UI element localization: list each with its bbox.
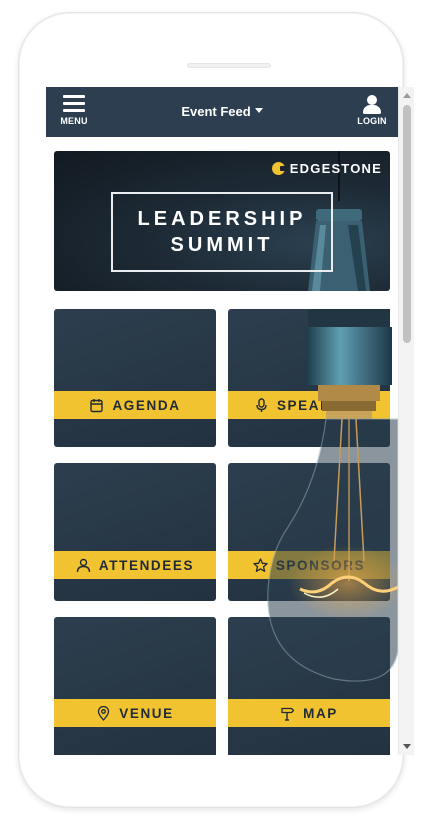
- tile-label-bar: ATTENDEES: [54, 551, 216, 579]
- brand-mark-icon: [271, 162, 286, 175]
- login-button[interactable]: LOGIN: [354, 93, 390, 133]
- signpost-icon: [280, 706, 295, 721]
- tile-map[interactable]: MAP: [228, 617, 390, 755]
- tile-label-bar: AGENDA: [54, 391, 216, 419]
- event-feed-label: Event Feed: [181, 104, 251, 119]
- main-content: EDGESTONE LEADERSHIP SUMMIT AGENDA SPEAK…: [46, 137, 398, 755]
- tile-speakers[interactable]: SPEAKERS: [228, 309, 390, 447]
- tile-venue[interactable]: VENUE: [54, 617, 216, 755]
- tile-label-sponsors: SPONSORS: [275, 557, 366, 573]
- calendar-icon: [89, 398, 104, 413]
- tile-label-map: MAP: [303, 705, 338, 721]
- tile-label-bar: MAP: [228, 699, 390, 727]
- caret-down-icon: [254, 108, 263, 113]
- tile-agenda[interactable]: AGENDA: [54, 309, 216, 447]
- tile-label-bar: VENUE: [54, 699, 216, 727]
- event-feed-dropdown[interactable]: Event Feed: [46, 104, 398, 119]
- tile-label-bar: SPEAKERS: [228, 391, 390, 419]
- brand-name: EDGESTONE: [289, 161, 382, 176]
- tile-attendees[interactable]: ATTENDEES: [54, 463, 216, 601]
- brand-logo: EDGESTONE: [271, 161, 382, 176]
- event-title-line2: SUMMIT: [170, 234, 274, 256]
- scroll-up-arrow-icon[interactable]: [403, 93, 411, 98]
- event-banner: EDGESTONE LEADERSHIP SUMMIT: [54, 151, 390, 291]
- tile-label-bar: SPONSORS: [228, 551, 390, 579]
- person-icon: [76, 558, 91, 573]
- event-title: LEADERSHIP SUMMIT: [111, 192, 333, 272]
- microphone-icon: [254, 397, 269, 413]
- tile-label-speakers: SPEAKERS: [276, 397, 365, 413]
- event-title-line1: LEADERSHIP: [137, 208, 307, 230]
- scroll-down-arrow-icon[interactable]: [403, 744, 411, 749]
- map-pin-icon: [96, 705, 111, 721]
- top-nav-bar: MENU Event Feed LOGIN: [46, 87, 398, 137]
- star-icon: [253, 557, 268, 573]
- tile-label-venue: VENUE: [119, 705, 174, 721]
- user-icon: [361, 95, 383, 114]
- phone-frame: MENU Event Feed LOGIN EDGESTONE LEADERSH…: [18, 12, 414, 808]
- scrollbar[interactable]: [398, 87, 414, 755]
- login-label: LOGIN: [357, 116, 387, 126]
- tile-label-agenda: AGENDA: [112, 397, 181, 413]
- tile-sponsors[interactable]: SPONSORS: [228, 463, 390, 601]
- phone-speaker: [187, 63, 271, 68]
- scrollbar-thumb[interactable]: [403, 105, 411, 343]
- app-screen: MENU Event Feed LOGIN EDGESTONE LEADERSH…: [46, 87, 414, 755]
- tile-label-attendees: ATTENDEES: [98, 557, 195, 573]
